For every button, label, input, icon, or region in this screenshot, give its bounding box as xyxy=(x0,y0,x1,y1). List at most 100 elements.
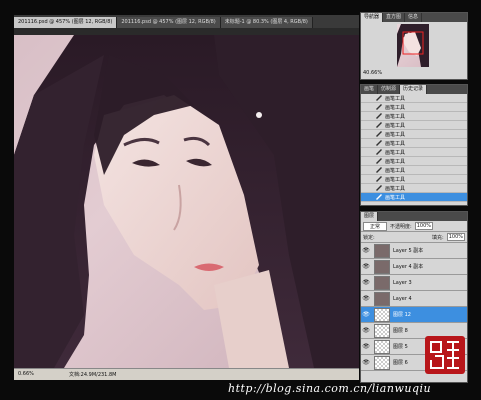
history-item[interactable]: 画笔工具 xyxy=(361,166,467,175)
history-item-label: 画笔工具 xyxy=(385,149,406,156)
layer-thumbnail xyxy=(374,291,390,306)
history-item-label: 画笔工具 xyxy=(385,194,406,201)
brush-icon xyxy=(375,167,383,173)
layer-row[interactable]: 👁 Layer 4 xyxy=(361,291,467,307)
history-tabs: 画笔 仿制源 历史记录 xyxy=(361,85,467,94)
history-item-label: 画笔工具 xyxy=(385,95,406,102)
history-item-label: 画笔工具 xyxy=(385,167,406,174)
status-bar: 0.66% 文档:24.9M/231.8M xyxy=(14,368,359,380)
document-tab[interactable]: 201116.psd @ 457% (图层 12, RGB/8) xyxy=(117,17,221,28)
layer-name: Layer 4 xyxy=(393,295,412,302)
brush-icon xyxy=(375,185,383,191)
layer-thumbnail xyxy=(374,243,390,258)
tab-clone-source[interactable]: 仿制源 xyxy=(378,85,401,94)
layer-name: Layer 5 副本 xyxy=(393,248,424,254)
fill-input[interactable]: 100% xyxy=(446,233,465,241)
navigator-zoom[interactable]: 40.66% xyxy=(363,70,382,76)
history-item[interactable]: 画笔工具 xyxy=(361,94,467,103)
brush-icon xyxy=(375,131,383,137)
layer-name: 图层 5 xyxy=(393,344,408,350)
layer-row[interactable]: 👁 图层 12 xyxy=(361,307,467,323)
document-tab[interactable]: 201116.psd @ 457% (图层 12, RGB/8) xyxy=(14,17,118,28)
tab-layers[interactable]: 图层 xyxy=(361,212,379,221)
history-item[interactable]: 画笔工具 xyxy=(361,121,467,130)
seal-glyphs-image xyxy=(430,341,459,369)
hair-left-shape xyxy=(14,55,104,368)
brush-icon xyxy=(375,122,383,128)
history-item[interactable]: 画笔工具 xyxy=(361,130,467,139)
tab-history[interactable]: 历史记录 xyxy=(400,85,428,94)
layer-thumbnail xyxy=(374,275,390,290)
visibility-eye-icon[interactable]: 👁 xyxy=(361,343,371,350)
tab-navigator[interactable]: 导航器 xyxy=(361,13,384,22)
brush-icon xyxy=(375,149,383,155)
blend-mode-select[interactable]: 正常 xyxy=(363,221,388,231)
visibility-eye-icon[interactable]: 👁 xyxy=(361,263,371,270)
layer-name: Layer 4 副本 xyxy=(393,264,424,270)
history-item[interactable]: 画笔工具 xyxy=(361,148,467,157)
history-item-label: 画笔工具 xyxy=(385,113,406,120)
visibility-eye-icon[interactable]: 👁 xyxy=(361,279,371,286)
painting-artwork xyxy=(14,35,359,368)
tab-info[interactable]: 信息 xyxy=(405,13,423,22)
brush-icon xyxy=(375,158,383,164)
brush-icon xyxy=(375,95,383,101)
navigator-thumbnail[interactable] xyxy=(397,24,429,67)
brush-icon xyxy=(375,113,383,119)
navigator-panel: 导航器 直方图 信息 40.66% xyxy=(360,12,468,80)
history-item[interactable]: 画笔工具 xyxy=(361,157,467,166)
layer-name: 图层 12 xyxy=(393,312,411,318)
document-tab[interactable]: 未标题-1 @ 80.3% (图层 4, RGB/8) xyxy=(220,17,313,28)
earring-shape xyxy=(256,112,262,118)
navigator-preview-image xyxy=(397,24,429,67)
history-item-label: 画笔工具 xyxy=(385,122,406,129)
ruler-strip xyxy=(14,28,359,35)
document-size: 文档:24.9M/231.8M xyxy=(69,372,117,378)
history-item-label: 画笔工具 xyxy=(385,185,406,192)
history-item[interactable]: 画笔工具 xyxy=(361,139,467,148)
history-item-label: 画笔工具 xyxy=(385,158,406,165)
layer-row[interactable]: 👁 Layer 3 xyxy=(361,275,467,291)
opacity-input[interactable]: 100% xyxy=(414,222,433,230)
layers-tabs: 图层 xyxy=(361,212,467,221)
watermark-url: http://blog.sina.com.cn/lianwuqiu xyxy=(228,382,432,395)
layer-name: Layer 3 xyxy=(393,279,412,286)
history-item-label: 画笔工具 xyxy=(385,176,406,183)
history-list: 画笔工具 画笔工具 画笔工具 画笔工具 画笔工具 画笔工具 画笔工具 画笔工具 画笔工具 画笔工具… xyxy=(361,94,467,202)
history-item-label: 画笔工具 xyxy=(385,131,406,138)
history-item[interactable]: 画笔工具 xyxy=(361,103,467,112)
history-item-label: 画笔工具 xyxy=(385,140,406,147)
lock-label: 锁定: xyxy=(363,234,375,241)
history-panel: 画笔 仿制源 历史记录 画笔工具 画笔工具 画笔工具 画笔工具 画笔工具 画笔工具 画笔工具… xyxy=(360,84,468,206)
history-item[interactable]: 画笔工具 xyxy=(361,184,467,193)
brush-icon xyxy=(375,140,383,146)
fill-label: 填充: xyxy=(432,234,444,241)
history-item[interactable]: 画笔工具 xyxy=(361,175,467,184)
history-item-label: 画笔工具 xyxy=(385,104,406,111)
tab-histogram[interactable]: 直方图 xyxy=(383,13,406,22)
document-canvas[interactable] xyxy=(14,35,359,368)
opacity-label: 不透明度: xyxy=(390,223,412,230)
artist-seal xyxy=(425,336,465,374)
visibility-eye-icon[interactable]: 👁 xyxy=(361,359,371,366)
history-item[interactable]: 画笔工具 xyxy=(361,193,467,202)
visibility-eye-icon[interactable]: 👁 xyxy=(361,247,371,254)
layer-thumbnail xyxy=(374,355,390,370)
visibility-eye-icon[interactable]: 👁 xyxy=(361,295,371,302)
document-tab-bar: 201116.psd @ 457% (图层 12, RGB/8) 201116.… xyxy=(14,15,359,28)
brush-icon xyxy=(375,176,383,182)
visibility-eye-icon[interactable]: 👁 xyxy=(361,327,371,334)
visibility-eye-icon[interactable]: 👁 xyxy=(361,311,371,318)
layer-thumbnail xyxy=(374,323,390,338)
brush-icon xyxy=(375,194,383,200)
layer-thumbnail xyxy=(374,307,390,322)
zoom-level[interactable]: 0.66% xyxy=(18,371,34,377)
screenshot-frame: 201116.psd @ 457% (图层 12, RGB/8) 201116.… xyxy=(0,0,481,400)
layer-name: 图层 6 xyxy=(393,360,408,366)
tab-brush[interactable]: 画笔 xyxy=(361,85,379,94)
layer-thumbnail xyxy=(374,339,390,354)
layer-thumbnail xyxy=(374,259,390,274)
history-item[interactable]: 画笔工具 xyxy=(361,112,467,121)
layer-row[interactable]: 👁 Layer 4 副本 xyxy=(361,259,467,275)
layer-row[interactable]: 👁 Layer 5 副本 xyxy=(361,243,467,259)
